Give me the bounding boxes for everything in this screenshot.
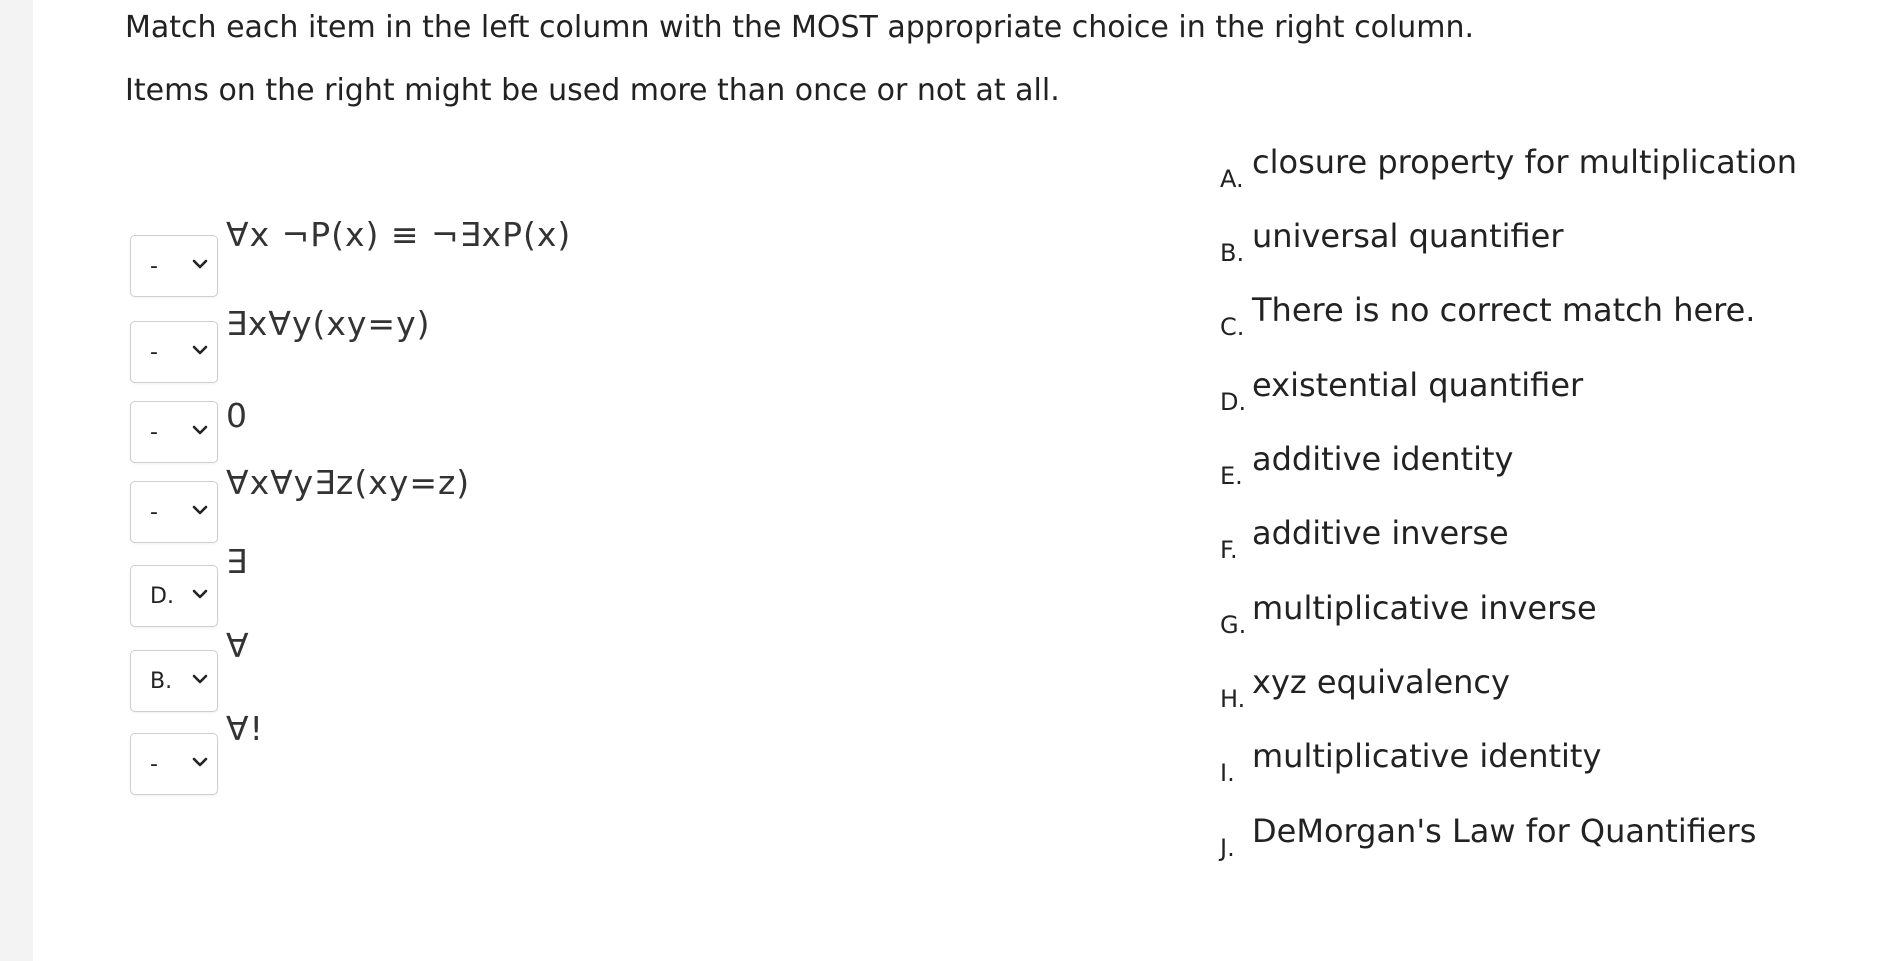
- instruction-line-1: Match each item in the left column with …: [125, 10, 1475, 45]
- match-item-text: 0: [226, 396, 248, 435]
- choice-letter: A.: [1220, 165, 1244, 193]
- choice-text: additive identity: [1252, 440, 1514, 478]
- choice-text: universal quantifier: [1252, 217, 1564, 255]
- chevron-down-icon: [192, 259, 208, 269]
- match-item-text: ∃x∀y(xy=y): [226, 304, 431, 343]
- match-item-text: ∀!: [226, 709, 264, 748]
- answer-select-3[interactable]: -: [130, 401, 218, 463]
- answer-select-value: -: [150, 500, 158, 525]
- choice-text: multiplicative inverse: [1252, 589, 1597, 627]
- question-panel: Match each item in the left column with …: [33, 0, 1886, 961]
- answer-select-5[interactable]: D.: [130, 565, 218, 627]
- page-left-margin: [0, 0, 33, 961]
- chevron-down-icon: [192, 425, 208, 435]
- answer-select-value: D.: [150, 584, 174, 609]
- instruction-line-2: Items on the right might be used more th…: [125, 73, 1060, 108]
- choice-text: There is no correct match here.: [1252, 291, 1756, 329]
- answer-select-1[interactable]: -: [130, 235, 218, 297]
- choice-letter: F.: [1220, 536, 1238, 564]
- answer-select-value: -: [150, 340, 158, 365]
- choice-text: multiplicative identity: [1252, 737, 1602, 775]
- choice-text: DeMorgan's Law for Quantifiers: [1252, 812, 1757, 850]
- answer-select-4[interactable]: -: [130, 481, 218, 543]
- choice-letter: B.: [1220, 239, 1245, 267]
- match-item-text: ∀x∀y∃z(xy=z): [226, 463, 471, 502]
- answer-select-value: -: [150, 254, 158, 279]
- chevron-down-icon: [192, 345, 208, 355]
- answer-select-7[interactable]: -: [130, 733, 218, 795]
- choice-text: closure property for multiplication: [1252, 143, 1798, 181]
- chevron-down-icon: [192, 589, 208, 599]
- answer-select-value: B.: [150, 669, 173, 694]
- answer-select-value: -: [150, 752, 158, 777]
- chevron-down-icon: [192, 757, 208, 767]
- choice-letter: C.: [1220, 313, 1245, 341]
- match-item-text: ∀: [226, 626, 250, 665]
- answer-select-6[interactable]: B.: [130, 650, 218, 712]
- choice-text: existential quantifier: [1252, 366, 1584, 404]
- choice-text: xyz equivalency: [1252, 663, 1510, 701]
- choice-letter: I.: [1220, 759, 1235, 787]
- answer-select-value: -: [150, 420, 158, 445]
- match-item-text: ∀x ¬P(x) ≡ ¬∃xP(x): [226, 215, 572, 254]
- chevron-down-icon: [192, 674, 208, 684]
- match-item-text: ∃: [226, 542, 248, 581]
- choice-letter: G.: [1220, 611, 1247, 639]
- chevron-down-icon: [192, 505, 208, 515]
- choice-letter: J.: [1220, 834, 1235, 862]
- choice-text: additive inverse: [1252, 514, 1509, 552]
- answer-select-2[interactable]: -: [130, 321, 218, 383]
- choice-letter: E.: [1220, 462, 1243, 490]
- choice-letter: H.: [1220, 685, 1246, 713]
- choice-letter: D.: [1220, 388, 1247, 416]
